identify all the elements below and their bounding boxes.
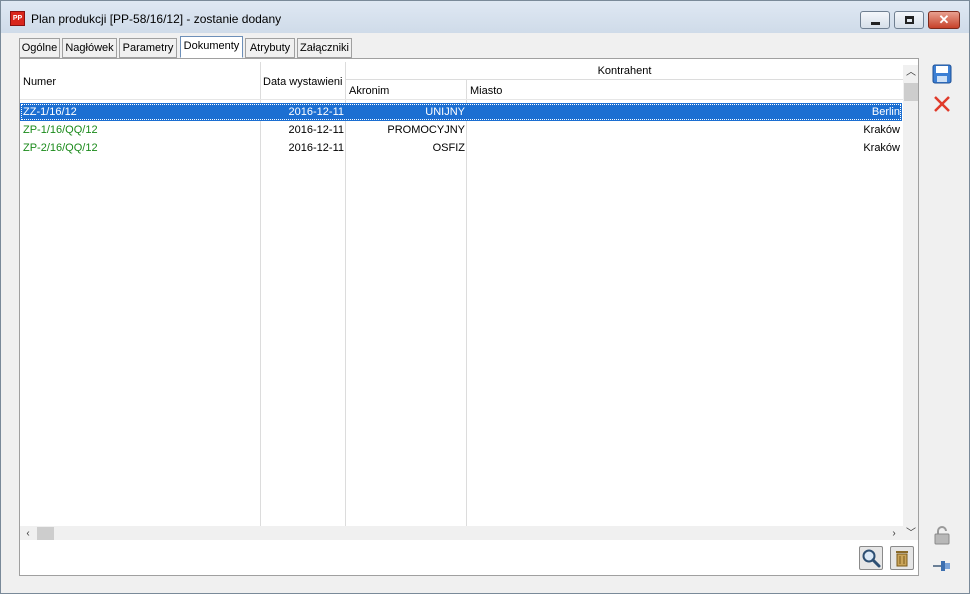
header-miasto[interactable]: Miasto	[470, 85, 502, 97]
tab-zalaczniki[interactable]: Załączniki	[297, 38, 352, 58]
horizontal-scrollbar[interactable]: ‹ › ﹀	[20, 526, 918, 540]
header-akronim[interactable]: Akronim	[349, 85, 389, 97]
cell-numer: ZP-2/16/QQ/12	[23, 142, 98, 154]
tab-naglowek[interactable]: Nagłówek	[62, 38, 117, 58]
delete-icon	[934, 96, 950, 112]
close-icon: ✕	[938, 12, 950, 27]
cell-akronim: OSFIZ	[432, 142, 465, 154]
tab-ogolne[interactable]: Ogólne	[19, 38, 60, 58]
header-data-wystawienia[interactable]: Data wystawieni	[263, 76, 342, 88]
tab-atrybuty[interactable]: Atrybuty	[245, 38, 295, 58]
cell-data: 2016-12-11	[288, 106, 344, 118]
window-title: Plan produkcji [PP-58/16/12] - zostanie …	[31, 12, 282, 26]
pin-button[interactable]	[931, 555, 953, 577]
search-button[interactable]	[859, 546, 883, 570]
cell-miasto: Kraków	[863, 142, 900, 154]
table-row[interactable]: ZP-2/16/QQ/12 2016-12-11 OSFIZ Kraków	[20, 139, 902, 157]
vertical-scroll-thumb[interactable]	[904, 83, 918, 101]
cell-miasto: Kraków	[863, 124, 900, 136]
horizontal-scroll-thumb[interactable]	[37, 527, 54, 540]
delete-button[interactable]	[931, 93, 953, 115]
trash-button[interactable]	[890, 546, 914, 570]
maximize-button[interactable]	[894, 11, 924, 29]
title-bar[interactable]: PP Plan produkcji [PP-58/16/12] - zostan…	[1, 1, 969, 33]
cell-akronim: UNIJNY	[425, 106, 465, 118]
scroll-right-icon[interactable]: ›	[886, 527, 902, 540]
app-icon: PP	[10, 11, 25, 26]
header-divider	[346, 79, 903, 80]
scroll-up-icon[interactable]: ︿	[903, 66, 918, 80]
minimize-icon	[871, 22, 880, 25]
scroll-down-icon[interactable]: ﹀	[903, 527, 918, 540]
pin-icon	[933, 561, 950, 571]
header-divider	[20, 99, 903, 100]
table-row[interactable]: ZZ-1/16/12 2016-12-11 UNIJNY Berlin	[20, 103, 902, 121]
lock-icon	[934, 526, 950, 545]
cell-data: 2016-12-11	[288, 124, 344, 136]
header-kontrahent[interactable]: Kontrahent	[346, 65, 903, 77]
cell-akronim: PROMOCYJNY	[387, 124, 465, 136]
table-row[interactable]: ZP-1/16/QQ/12 2016-12-11 PROMOCYJNY Krak…	[20, 121, 902, 139]
tab-parametry[interactable]: Parametry	[119, 38, 177, 58]
close-button[interactable]: ✕	[928, 11, 960, 29]
window: PP Plan produkcji [PP-58/16/12] - zostan…	[0, 0, 970, 594]
documents-panel: Numer Data wystawieni Kontrahent Akronim…	[19, 58, 919, 576]
trash-icon	[896, 551, 908, 567]
maximize-icon	[905, 16, 914, 24]
lock-button[interactable]	[931, 524, 953, 546]
search-icon	[862, 549, 881, 568]
cell-data: 2016-12-11	[288, 142, 344, 154]
minimize-button[interactable]	[860, 11, 890, 29]
documents-grid[interactable]: Numer Data wystawieni Kontrahent Akronim…	[20, 62, 918, 540]
scroll-left-icon[interactable]: ‹	[20, 527, 36, 540]
cell-miasto: Berlin	[871, 106, 900, 118]
cell-numer: ZP-1/16/QQ/12	[23, 124, 98, 136]
tab-dokumenty[interactable]: Dokumenty	[180, 36, 243, 58]
cell-numer: ZZ-1/16/12	[23, 106, 77, 118]
save-button[interactable]	[931, 63, 953, 85]
save-icon	[932, 64, 952, 84]
header-numer[interactable]: Numer	[23, 76, 56, 88]
vertical-scrollbar[interactable]: ︿	[903, 65, 918, 529]
